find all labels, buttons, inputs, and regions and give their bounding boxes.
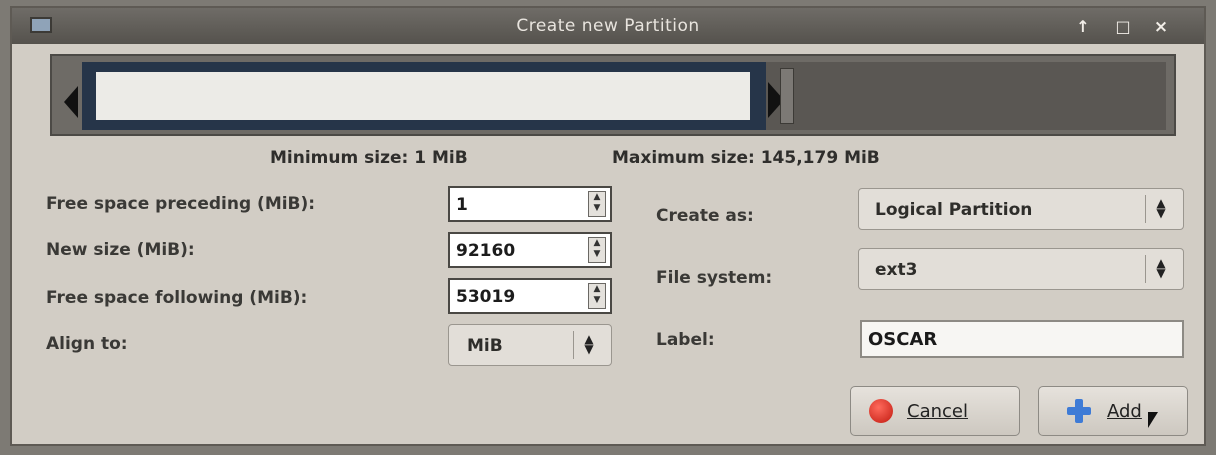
maximize-icon[interactable]: □ <box>1112 18 1134 36</box>
free-space-following-value: 53019 <box>456 287 516 307</box>
file-system-select[interactable]: ext3 ▲ ▼ <box>858 248 1184 290</box>
up-down-chevron-icon: ▲ ▼ <box>1156 196 1166 220</box>
stop-circle-icon <box>869 399 893 423</box>
resize-grip[interactable] <box>780 68 794 124</box>
spinner-arrows-icon[interactable]: ▲ ▼ <box>588 191 606 217</box>
free-space-preceding-label: Free space preceding (MiB): <box>46 194 316 214</box>
add-button-label: Add <box>1107 401 1142 422</box>
file-system-value: ext3 <box>875 260 918 280</box>
align-to-select[interactable]: MiB ▲ ▼ <box>448 324 612 366</box>
create-as-select[interactable]: Logical Partition ▲ ▼ <box>858 188 1184 230</box>
plus-icon <box>1067 399 1091 423</box>
free-space-following-spinner[interactable]: 53019 ▲ ▼ <box>448 278 612 314</box>
keep-above-icon[interactable]: ↑ <box>1072 18 1094 36</box>
up-down-chevron-icon: ▲ ▼ <box>1156 256 1166 280</box>
label-field-label: Label: <box>656 330 715 350</box>
partition-label-input[interactable] <box>862 322 1182 356</box>
align-to-value: MiB <box>467 336 503 356</box>
close-icon[interactable]: × <box>1150 18 1172 36</box>
combo-separator <box>573 331 574 359</box>
add-button[interactable]: Add <box>1038 386 1188 436</box>
spinner-arrows-icon[interactable]: ▲ ▼ <box>588 237 606 263</box>
create-as-value: Logical Partition <box>875 200 1033 220</box>
spinner-arrows-icon[interactable]: ▲ ▼ <box>588 283 606 309</box>
free-space-preceding-spinner[interactable]: 1 ▲ ▼ <box>448 186 612 222</box>
resize-handle-left[interactable] <box>64 86 78 118</box>
partition-fill <box>96 72 750 120</box>
maximum-size-label: Maximum size: 145,179 MiB <box>612 148 880 168</box>
cancel-button-label: Cancel <box>907 401 968 422</box>
create-partition-dialog: Create new Partition ↑ □ × Minimum size:… <box>10 6 1206 446</box>
free-space-following-area <box>766 62 1166 130</box>
create-as-label: Create as: <box>656 206 754 226</box>
mouse-pointer-icon <box>1148 412 1158 428</box>
partition-label-field[interactable] <box>860 320 1184 358</box>
new-size-label: New size (MiB): <box>46 240 195 260</box>
up-down-chevron-icon: ▲ ▼ <box>584 332 594 356</box>
cancel-button[interactable]: Cancel <box>850 386 1020 436</box>
minimum-size-label: Minimum size: 1 MiB <box>270 148 468 168</box>
window-title: Create new Partition <box>516 16 700 36</box>
partition-resizer[interactable] <box>50 54 1176 136</box>
combo-separator <box>1145 195 1146 223</box>
combo-separator <box>1145 255 1146 283</box>
new-size-spinner[interactable]: 92160 ▲ ▼ <box>448 232 612 268</box>
free-space-preceding-value: 1 <box>456 195 468 215</box>
align-to-label: Align to: <box>46 334 128 354</box>
file-system-label: File system: <box>656 268 773 288</box>
free-space-following-label: Free space following (MiB): <box>46 288 308 308</box>
new-size-value: 92160 <box>456 241 516 261</box>
title-bar[interactable]: Create new Partition ↑ □ × <box>12 8 1204 44</box>
